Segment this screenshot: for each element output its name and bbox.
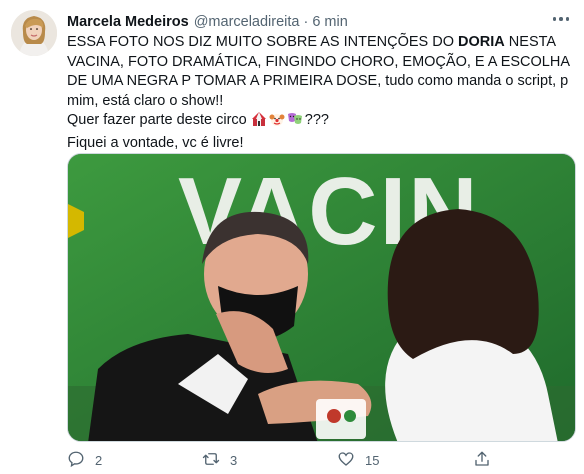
like-count: 15: [365, 453, 380, 468]
share-icon: [473, 450, 491, 471]
tweet-line: Fiquei a vontade, vc é livre!: [67, 134, 572, 154]
tweet-header: Marcela Medeiros @marceladireita · 6 min: [67, 12, 348, 32]
timestamp[interactable]: 6 min: [312, 14, 347, 30]
tweet-text: ESSA FOTO NOS DIZ MUITO SOBRE AS INTENÇÕ…: [67, 33, 572, 153]
retweet-button[interactable]: 3: [202, 450, 237, 471]
avatar[interactable]: [11, 10, 57, 56]
shirt-logo-patch: [316, 399, 366, 439]
reply-button[interactable]: 2: [67, 450, 102, 471]
share-button[interactable]: [473, 450, 491, 471]
tweet-card[interactable]: Marcela Medeiros @marceladireita · 6 min…: [0, 0, 584, 474]
reply-count: 2: [95, 453, 103, 468]
text-bold-segment: DORIA: [458, 34, 505, 50]
heart-icon: [337, 450, 355, 471]
author-handle[interactable]: @marceladireita: [194, 14, 300, 30]
clown-face-icon: [269, 111, 285, 134]
retweet-count: 3: [230, 453, 238, 468]
circus-tent-icon: [251, 111, 267, 134]
text-segment: ESSA FOTO NOS DIZ MUITO SOBRE AS INTENÇÕ…: [67, 34, 459, 50]
more-options-button[interactable]: [548, 8, 574, 30]
avatar-photo: [11, 10, 57, 56]
more-dot-icon: [559, 17, 563, 21]
tweet-line: Quer fazer parte deste circo ???: [67, 111, 572, 134]
text-segment: Quer fazer parte deste circo: [67, 112, 251, 128]
reply-icon: [67, 450, 85, 471]
tweet-actions: 2 3 15: [67, 450, 567, 472]
separator-dot: ·: [303, 14, 309, 30]
retweet-icon: [202, 450, 220, 471]
more-dot-icon: [552, 17, 557, 21]
text-segment: ???: [304, 112, 329, 128]
author-name[interactable]: Marcela Medeiros: [67, 14, 189, 30]
like-button[interactable]: 15: [337, 450, 379, 471]
photo-scene: VACIN: [68, 154, 575, 441]
performing-arts-icon: [287, 111, 303, 134]
tweet-photo[interactable]: VACIN: [67, 153, 576, 442]
text-segment: Fiquei a vontade, vc é livre!: [67, 134, 244, 151]
tweet-paragraph: ESSA FOTO NOS DIZ MUITO SOBRE AS INTENÇÕ…: [67, 33, 572, 111]
more-dot-icon: [565, 17, 570, 21]
